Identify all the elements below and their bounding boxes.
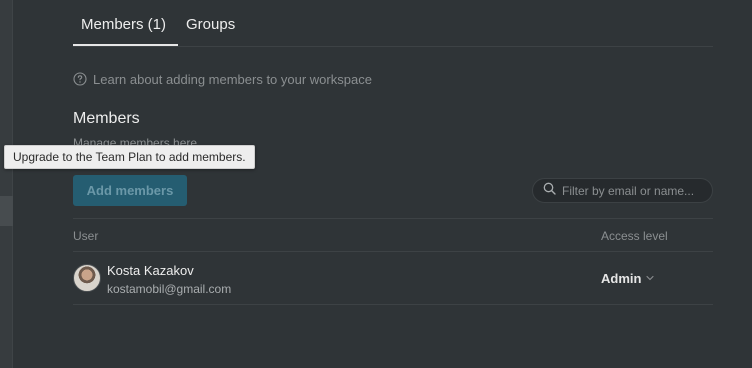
member-name: Kosta Kazakov	[107, 263, 194, 278]
learn-link-text: Learn about adding members to your works…	[93, 71, 372, 87]
table-divider	[73, 218, 713, 219]
access-level-value: Admin	[601, 271, 642, 286]
search-icon	[543, 182, 556, 200]
chevron-down-icon	[645, 271, 655, 286]
tab-groups[interactable]: Groups	[186, 16, 235, 33]
upgrade-tooltip: Upgrade to the Team Plan to add members.	[4, 145, 255, 169]
access-level-dropdown[interactable]: Admin	[601, 271, 655, 286]
filter-box[interactable]	[532, 178, 713, 203]
tab-members[interactable]: Members (1)	[81, 16, 166, 33]
table-divider	[73, 304, 713, 305]
left-sidebar-edge	[0, 0, 13, 368]
column-header-access-level: Access level	[601, 229, 668, 243]
members-heading: Members	[73, 110, 140, 127]
filter-input[interactable]	[562, 183, 707, 198]
table-row: Kosta Kazakov kostamobil@gmail.com Admin	[73, 252, 713, 304]
column-header-user: User	[73, 229, 99, 243]
tab-bar: Members (1) Groups	[73, 0, 713, 47]
avatar	[73, 264, 101, 292]
sidebar-scroll-indicator[interactable]	[0, 196, 13, 226]
members-settings-panel: Members (1) Groups Learn about adding me…	[0, 0, 752, 368]
member-email: kostamobil@gmail.com	[107, 282, 232, 296]
help-circle-icon	[73, 72, 87, 86]
active-tab-indicator	[73, 44, 178, 46]
learn-members-link[interactable]: Learn about adding members to your works…	[73, 70, 372, 88]
add-members-button[interactable]: Add members	[73, 175, 187, 206]
